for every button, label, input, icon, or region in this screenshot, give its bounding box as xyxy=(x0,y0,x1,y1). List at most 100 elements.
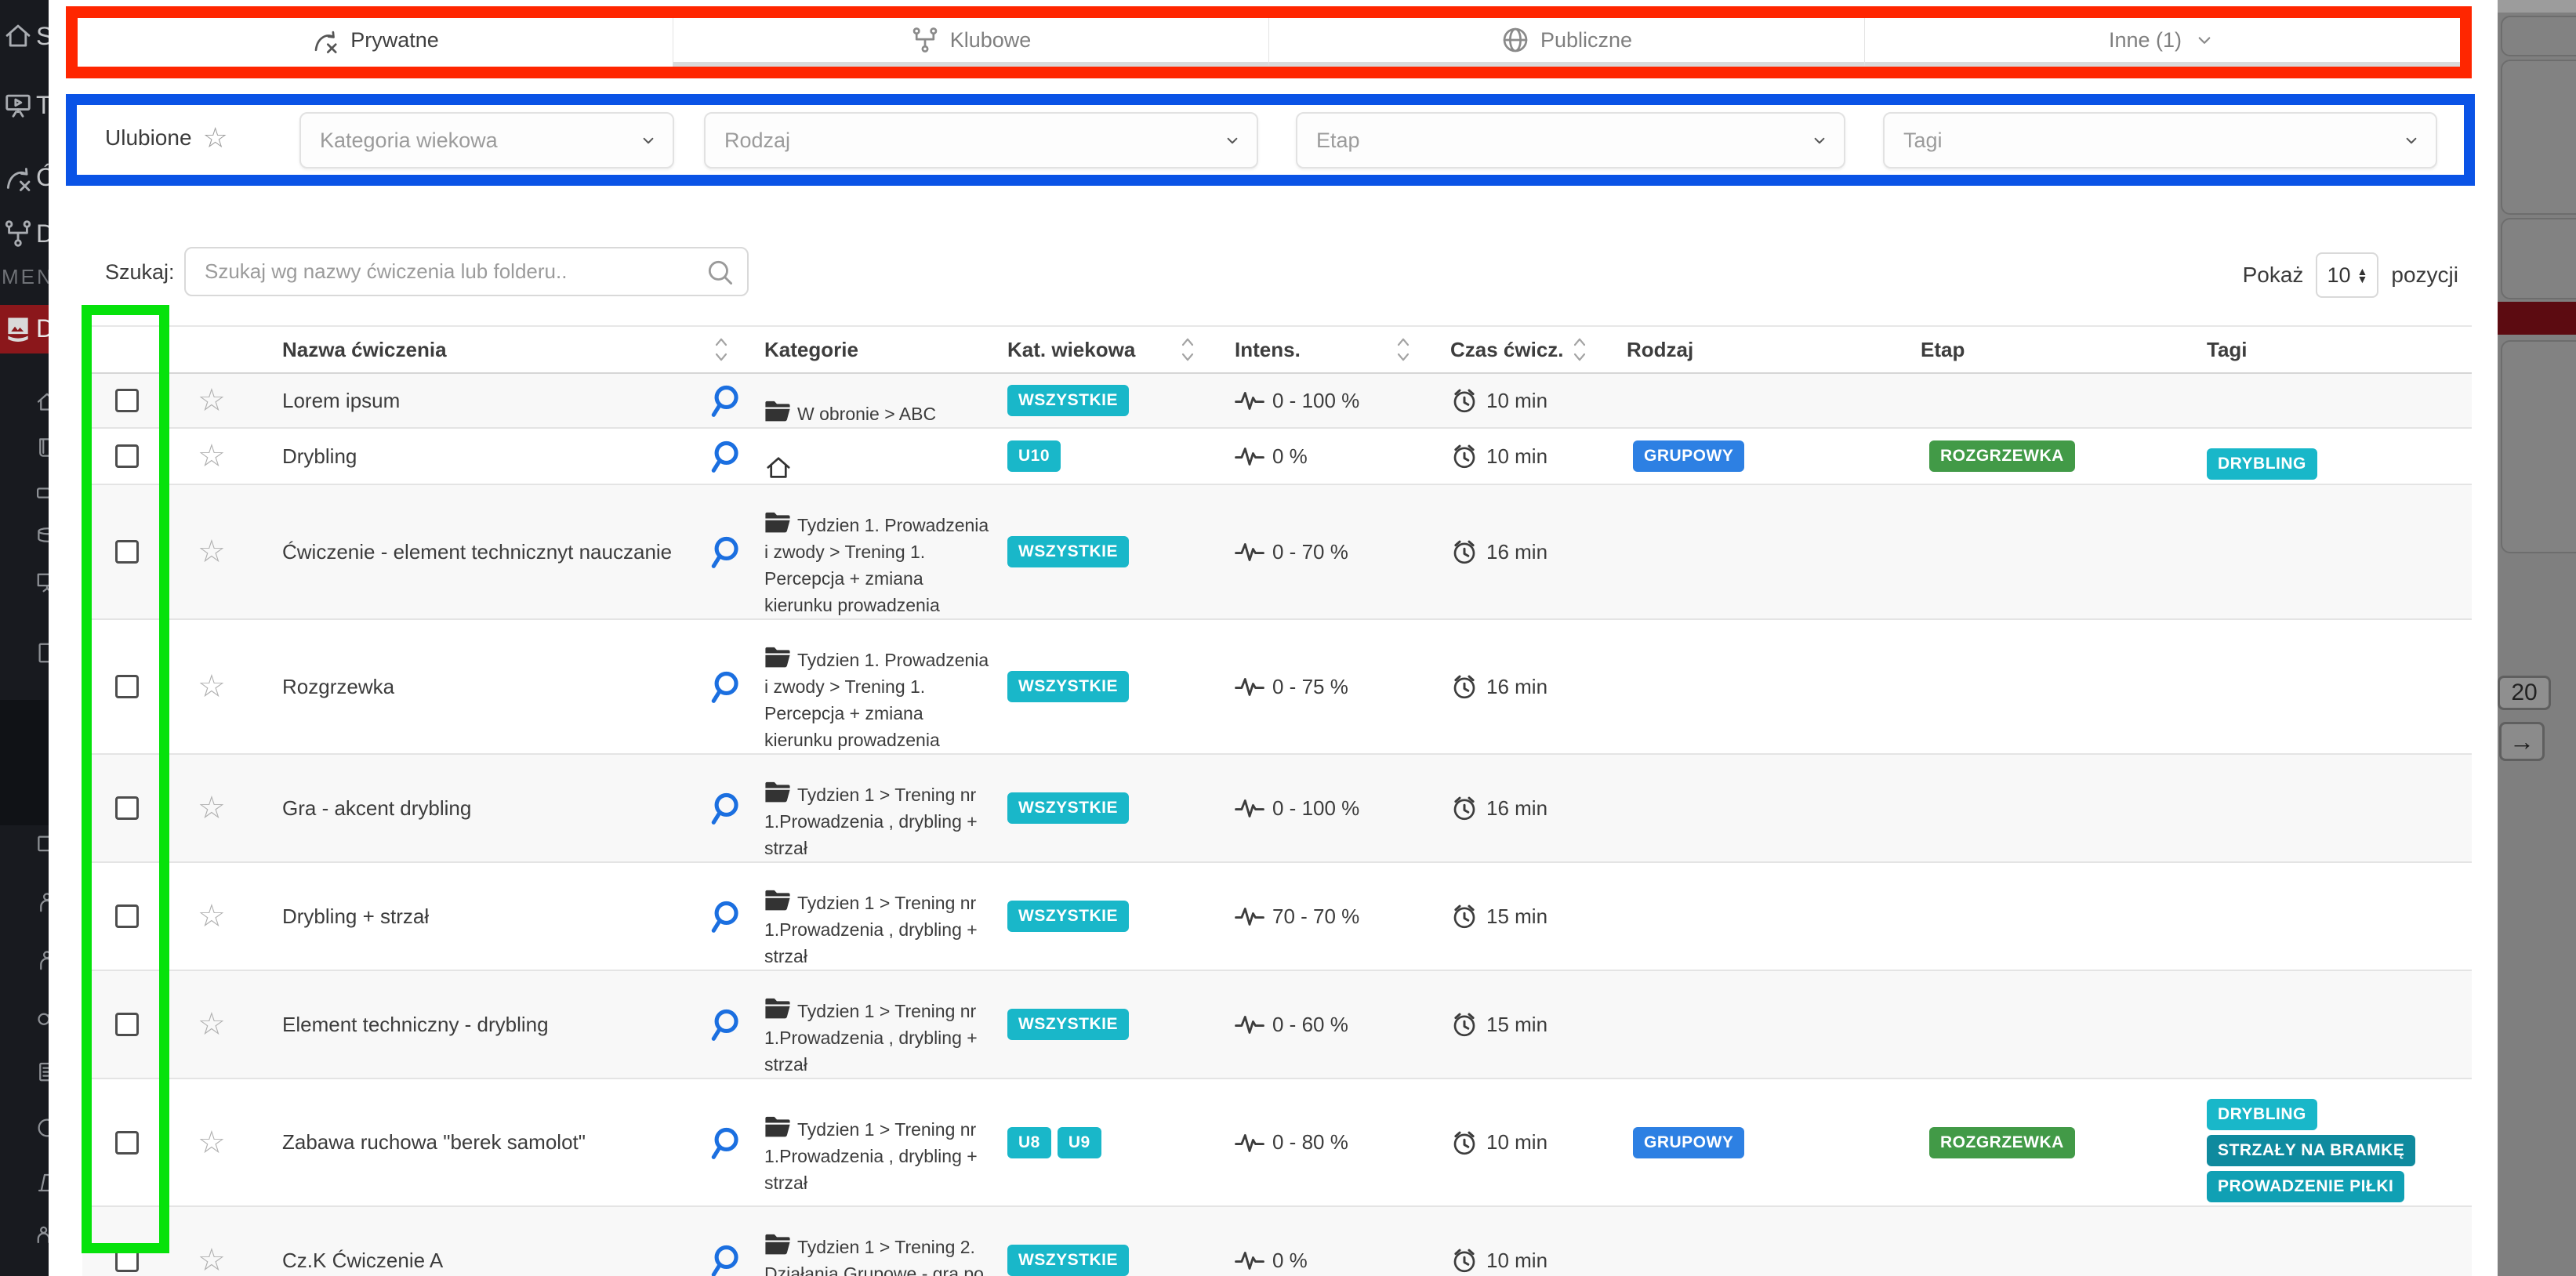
preview-button[interactable] xyxy=(706,620,764,753)
search-input[interactable] xyxy=(203,259,705,285)
clock-icon xyxy=(1450,902,1478,930)
category-path: Tydzien 1 > Trening nr 1.Prowadzenia , d… xyxy=(764,785,978,858)
row-checkbox-cell xyxy=(82,620,188,753)
favorite-star-icon[interactable]: ☆ xyxy=(188,971,282,1078)
favorite-star-icon[interactable]: ☆ xyxy=(188,863,282,970)
tab-prywatne[interactable]: Prywatne xyxy=(78,18,673,67)
favorite-star-icon[interactable]: ☆ xyxy=(188,620,282,753)
row-checkbox[interactable] xyxy=(115,1249,139,1272)
hierarchy-icon xyxy=(911,26,939,54)
tags-cell xyxy=(2207,620,2472,769)
exercise-name: Lorem ipsum xyxy=(282,374,706,427)
sidebar-item-partial[interactable] xyxy=(35,390,49,418)
table-row: ☆Element techniczny - dryblingTydzien 1 … xyxy=(82,971,2472,1079)
preview-button[interactable] xyxy=(706,1079,764,1205)
row-checkbox[interactable] xyxy=(115,444,139,468)
favorite-star-icon[interactable]: ☆ xyxy=(188,1079,282,1205)
arrow-right-button[interactable]: → xyxy=(2499,722,2545,761)
sidebar-item-partial[interactable] xyxy=(35,525,49,553)
row-checkbox[interactable] xyxy=(115,796,139,820)
page-size-select[interactable]: 10 ▲▼ xyxy=(2316,252,2378,298)
dimmed-number-input[interactable]: 20 xyxy=(2498,676,2551,710)
page-size-suffix: pozycji xyxy=(2391,263,2458,288)
clock-icon xyxy=(1450,538,1478,566)
stage-dropdown[interactable]: Etap xyxy=(1296,112,1845,169)
sidebar-item-partial[interactable] xyxy=(35,436,49,463)
clock-icon xyxy=(1450,1246,1478,1274)
sidebar-item-label: T xyxy=(36,91,49,120)
sidebar-item-D[interactable]: D xyxy=(0,305,49,353)
tags-cell xyxy=(2207,971,2472,1093)
preview-button[interactable] xyxy=(706,1207,764,1276)
sort-icon[interactable] xyxy=(1572,335,1587,364)
sidebar-item-S[interactable]: S xyxy=(0,13,49,61)
row-checkbox[interactable] xyxy=(115,1131,139,1155)
magnifier-icon xyxy=(706,383,740,418)
category-path: Tydzien 1. Prowadzenia i zwody > Trening… xyxy=(764,650,989,750)
tag-badge: DRYBLING xyxy=(2207,448,2317,480)
preview-button[interactable] xyxy=(706,863,764,970)
sidebar-item-partial[interactable] xyxy=(35,481,49,509)
col-name[interactable]: Nazwa ćwiczenia xyxy=(282,335,764,364)
age-category-cell: U8U9 xyxy=(1007,1079,1235,1205)
preview-button[interactable] xyxy=(706,429,764,484)
sidebar-item-T[interactable]: T xyxy=(0,82,49,130)
type-cell xyxy=(1627,1207,1921,1276)
tags-cell: DRYBLINGSTRZAŁY NA BRAMKĘPROWADZENIE PIŁ… xyxy=(2207,1079,2472,1221)
circle-icon xyxy=(35,1116,49,1140)
favorite-star-icon[interactable]: ☆ xyxy=(188,485,282,618)
row-checkbox[interactable] xyxy=(115,540,139,564)
sidebar-item-partial[interactable] xyxy=(35,948,49,976)
row-checkbox[interactable] xyxy=(115,389,139,412)
filters-row: Ulubione ☆ Kategoria wiekowa Rodzaj Etap… xyxy=(77,105,2464,175)
preview-button[interactable] xyxy=(706,485,764,618)
favorite-star-icon[interactable]: ☆ xyxy=(188,755,282,861)
sidebar-item-D[interactable]: D xyxy=(0,210,49,259)
favorites-toggle[interactable]: Ulubione ☆ xyxy=(105,124,228,152)
exercise-name: Drybling + strzał xyxy=(282,863,706,970)
preview-button[interactable] xyxy=(706,971,764,1078)
sidebar-item-partial[interactable] xyxy=(35,1223,49,1250)
sidebar-item-partial[interactable] xyxy=(35,571,49,598)
type-dropdown[interactable]: Rodzaj xyxy=(704,112,1258,169)
sidebar-item-partial[interactable] xyxy=(35,1171,49,1198)
sidebar-item-partial[interactable] xyxy=(35,1060,49,1087)
camera-icon xyxy=(35,481,49,505)
favorite-star-icon[interactable]: ☆ xyxy=(188,1207,282,1276)
tab-label: Prywatne xyxy=(350,28,439,53)
col-age[interactable]: Kat. wiekowa xyxy=(1007,335,1235,364)
col-intensity[interactable]: Intens. xyxy=(1235,335,1450,364)
favorite-star-icon[interactable]: ☆ xyxy=(188,429,282,484)
folder-icon xyxy=(764,1115,791,1141)
type-cell xyxy=(1627,620,1921,753)
sort-icon[interactable] xyxy=(713,335,729,364)
preview-button[interactable] xyxy=(706,755,764,861)
row-checkbox-cell xyxy=(82,755,188,861)
row-checkbox[interactable] xyxy=(115,1013,139,1036)
sidebar-item-partial[interactable] xyxy=(35,890,49,918)
row-checkbox[interactable] xyxy=(115,904,139,928)
sidebar-item-partial[interactable] xyxy=(35,832,49,860)
row-checkbox[interactable] xyxy=(115,675,139,698)
exercise-name: Drybling xyxy=(282,429,706,484)
tab-klubowe[interactable]: Klubowe xyxy=(673,18,1268,67)
person-icon xyxy=(35,890,49,914)
sidebar-item-Ć[interactable]: Ć xyxy=(0,154,49,202)
tab-publiczne[interactable]: Publiczne xyxy=(1268,18,1864,67)
preview-button[interactable] xyxy=(706,374,764,427)
sidebar-item-partial[interactable] xyxy=(35,641,49,669)
sort-icon[interactable] xyxy=(1180,335,1195,364)
col-time[interactable]: Czas ćwicz. xyxy=(1450,335,1627,364)
tab-inne[interactable]: Inne (1) xyxy=(1864,18,2460,67)
favorite-star-icon[interactable]: ☆ xyxy=(188,374,282,427)
person-icon xyxy=(35,948,49,972)
frame-icon xyxy=(35,832,49,856)
chevdown-icon xyxy=(1809,130,1830,150)
age-category-dropdown[interactable]: Kategoria wiekowa xyxy=(299,112,674,169)
age-category-cell: WSZYSTKIE xyxy=(1007,863,1235,970)
globe-icon xyxy=(1501,26,1529,54)
sidebar-item-partial[interactable] xyxy=(35,1005,49,1032)
sort-icon[interactable] xyxy=(1395,335,1411,364)
tags-dropdown[interactable]: Tagi xyxy=(1883,112,2437,169)
sidebar-item-partial[interactable] xyxy=(35,1116,49,1144)
